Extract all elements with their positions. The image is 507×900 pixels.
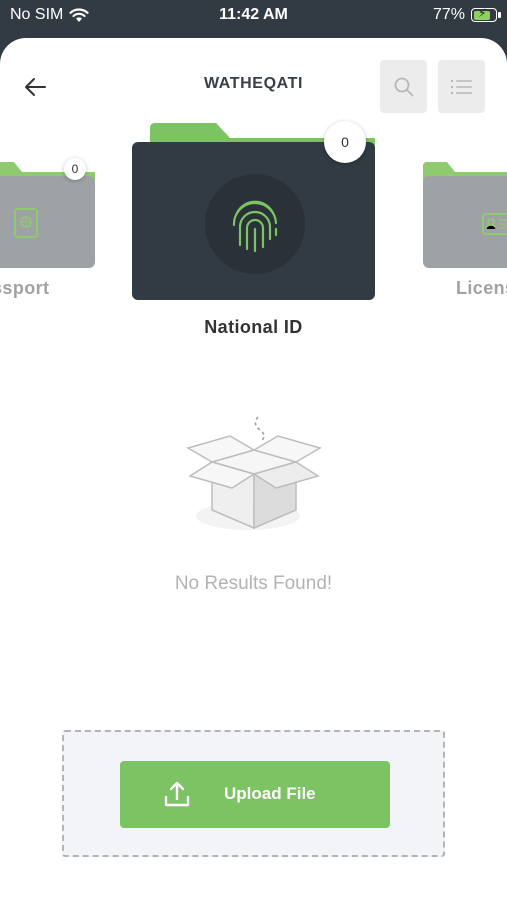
empty-state-message: No Results Found! xyxy=(174,573,333,594)
status-bar: No SIM 11:42 AM 77% ⚡ xyxy=(0,0,507,30)
clock: 11:42 AM xyxy=(219,6,288,23)
folder-national-id[interactable]: 0 xyxy=(132,120,375,300)
battery-indicator: 77% ⚡ xyxy=(432,6,501,24)
license-card-icon xyxy=(482,213,507,235)
upload-file-button[interactable]: Upload File xyxy=(120,761,390,828)
battery-cap xyxy=(498,12,501,18)
folder-label-license: Licens xyxy=(456,278,507,298)
folder-passport[interactable]: 0 xyxy=(0,158,95,268)
folder-label-passport: ssport xyxy=(0,278,50,298)
main-sheet: WATHEQATI 0 ssport xyxy=(0,38,507,900)
fingerprint-icon xyxy=(232,200,278,253)
folder-count-badge: 0 xyxy=(324,121,366,163)
battery-percent: 77% xyxy=(432,6,465,23)
search-button[interactable] xyxy=(380,60,427,113)
folder-license[interactable] xyxy=(423,160,507,268)
passport-icon xyxy=(14,208,38,238)
upload-icon xyxy=(164,781,190,807)
upload-drop-zone[interactable]: Upload File xyxy=(62,730,445,857)
list-icon xyxy=(450,79,472,94)
list-menu-button[interactable] xyxy=(438,60,485,113)
battery-icon: ⚡ xyxy=(471,6,501,22)
charging-bolt-icon: ⚡ xyxy=(478,6,487,20)
search-icon xyxy=(394,77,413,96)
empty-box-icon xyxy=(186,416,322,530)
upload-file-label: Upload File xyxy=(224,784,316,803)
folder-label-national-id: National ID xyxy=(204,317,303,337)
page-title: WATHEQATI xyxy=(203,75,304,92)
folder-count-badge: 0 xyxy=(64,158,86,180)
